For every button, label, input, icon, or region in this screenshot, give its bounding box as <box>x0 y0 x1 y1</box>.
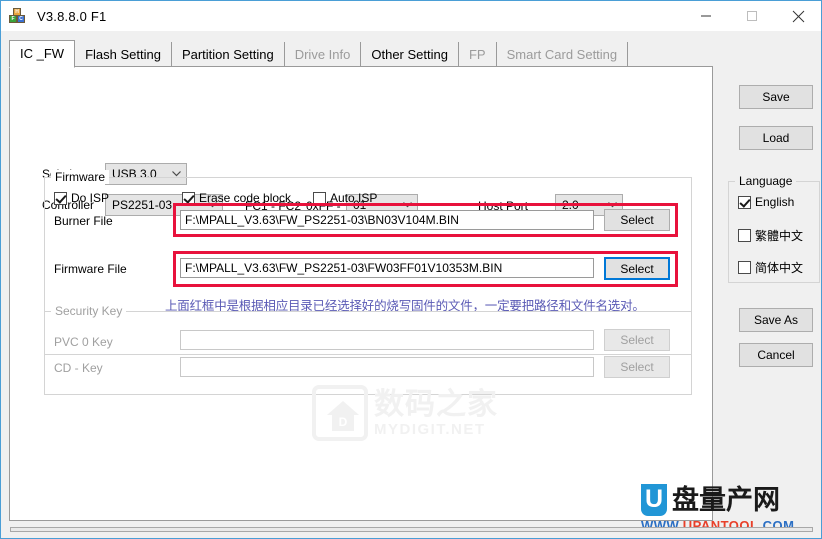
firmware-group-title: Firmware <box>51 170 109 184</box>
window-controls <box>683 1 821 31</box>
do-isp-label: Do ISP <box>71 191 110 205</box>
checkbox-box <box>182 191 195 205</box>
site-watermark: 数码之家 MYDIGIT.NET <box>312 382 522 444</box>
burner-file-input[interactable]: F:\MPALL_V3.63\FW_PS2251-03\BN03V104M.BI… <box>180 210 594 230</box>
tab-partition-setting[interactable]: Partition Setting <box>172 42 285 67</box>
pvc0-key-select-button[interactable]: Select <box>604 329 670 351</box>
tab-flash-setting[interactable]: Flash Setting <box>75 42 172 67</box>
language-label-simplified-chinese: 简体中文 <box>755 261 804 275</box>
tab-other-setting[interactable]: Other Setting <box>361 42 459 67</box>
close-icon[interactable] <box>775 1 821 31</box>
tab-strip: IC _FW Flash Setting Partition Setting D… <box>9 40 629 68</box>
brand-logo: U 盘量产网 WWW.UPANTOOL.COM <box>641 483 817 533</box>
firmware-file-input[interactable]: F:\MPALL_V3.63\FW_PS2251-03\FW03FF01V103… <box>180 258 594 278</box>
checkbox-box <box>54 191 67 205</box>
checkbox-box <box>738 195 751 209</box>
erase-code-block-checkbox[interactable]: Erase code block <box>182 191 291 205</box>
checkbox-box <box>738 261 751 274</box>
pvc0-key-input[interactable] <box>180 330 594 350</box>
load-button[interactable]: Load <box>739 126 813 150</box>
brand-cn-text: 盘量产网 <box>672 485 780 516</box>
burner-file-label: Burner File <box>54 214 113 228</box>
window-title: V3.8.8.0 F1 <box>37 8 107 24</box>
cancel-button[interactable]: Cancel <box>739 343 813 367</box>
cd-key-select-button[interactable]: Select <box>604 356 670 378</box>
cd-key-input[interactable] <box>180 357 594 377</box>
app-blocks-icon: H F C <box>9 7 27 25</box>
burner-file-select-button[interactable]: Select <box>604 209 670 231</box>
checkbox-box <box>738 229 751 242</box>
language-group-title: Language <box>735 174 797 188</box>
tab-fp[interactable]: FP <box>459 42 497 67</box>
security-key-group-title: Security Key <box>51 304 127 318</box>
auto-isp-label: Auto ISP <box>330 191 378 205</box>
erase-code-block-label: Erase code block <box>199 191 292 205</box>
tab-content-panel: Solution USB 3.0 Controller PS2251-03 FC… <box>9 66 713 521</box>
language-label-traditional-chinese: 繁體中文 <box>755 229 804 243</box>
tab-drive-info[interactable]: Drive Info <box>285 42 362 67</box>
status-bar <box>10 527 813 532</box>
watermark-cn-text: 数码之家 <box>374 386 498 422</box>
cd-key-label: CD - Key <box>54 361 103 375</box>
firmware-file-label: Firmware File <box>54 262 127 276</box>
language-option-simplified-chinese[interactable]: 简体中文 <box>738 259 803 276</box>
house-logo-icon <box>312 385 368 441</box>
save-as-button[interactable]: Save As <box>739 308 813 332</box>
watermark-en-text: MYDIGIT.NET <box>374 420 486 438</box>
minimize-icon[interactable] <box>683 1 729 31</box>
title-bar: H F C V3.8.8.0 F1 <box>1 1 821 31</box>
tab-smart-card-setting[interactable]: Smart Card Setting <box>497 42 629 67</box>
pvc0-key-label: PVC 0 Key <box>54 335 113 349</box>
maximize-icon[interactable] <box>729 1 775 31</box>
do-isp-checkbox[interactable]: Do ISP <box>54 191 109 205</box>
firmware-file-select-button[interactable]: Select <box>604 257 670 280</box>
language-label-english: English <box>755 195 795 209</box>
auto-isp-checkbox[interactable]: Auto ISP <box>313 191 377 205</box>
checkbox-box <box>313 191 326 205</box>
brand-letter-u: U <box>641 484 667 516</box>
application-window: H F C V3.8.8.0 F1 IC _FW Flash Setting P… <box>0 0 822 539</box>
save-button[interactable]: Save <box>739 85 813 109</box>
tab-ic-fw[interactable]: IC _FW <box>9 40 76 68</box>
language-option-english[interactable]: English <box>738 195 794 209</box>
language-option-traditional-chinese[interactable]: 繁體中文 <box>738 227 803 244</box>
